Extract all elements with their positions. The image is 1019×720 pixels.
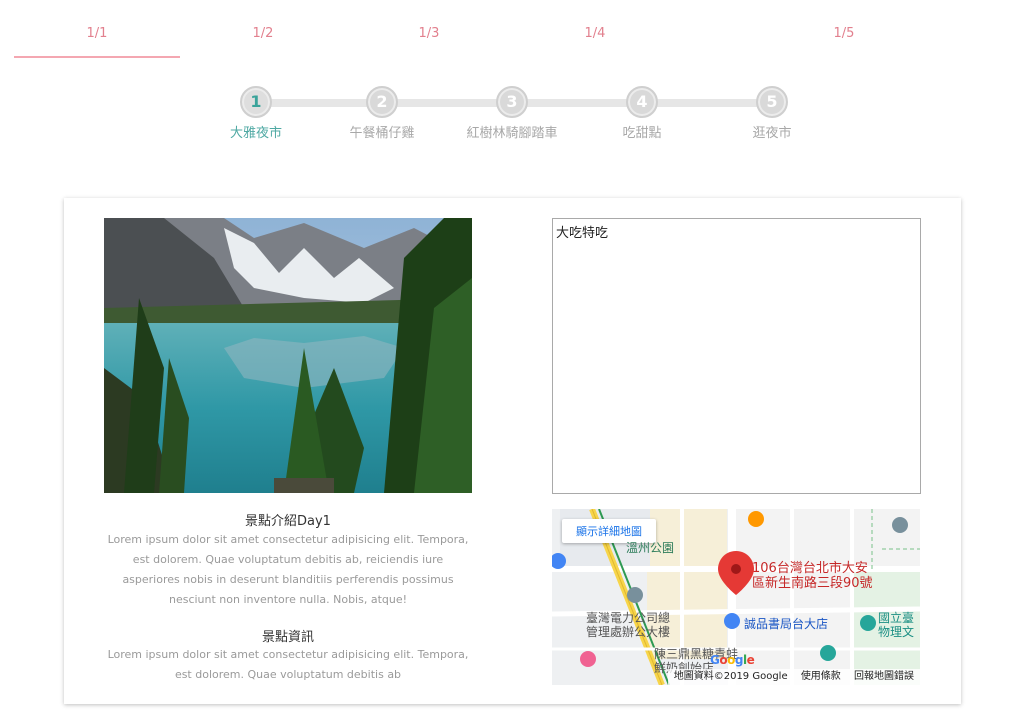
tab-day-3[interactable]: 1/3: [346, 18, 512, 58]
intro-title: 景點介紹Day1: [245, 514, 331, 529]
step-2[interactable]: 2 午餐桶仔雞: [322, 86, 442, 141]
map-terms-link[interactable]: 使用條款: [801, 671, 841, 682]
step-4[interactable]: 4 吃甜點: [582, 86, 702, 141]
step-3[interactable]: 3 紅樹林騎腳踏車: [452, 86, 572, 141]
map-data-credit: 地圖資料©2019 Google: [673, 671, 788, 682]
step-number: 5: [756, 86, 788, 118]
step-label: 大雅夜市: [229, 126, 282, 141]
intro-body: Lorem ipsum dolor sit amet consectetur a…: [107, 533, 469, 606]
tab-day-1[interactable]: 1/1: [14, 18, 180, 58]
map-report-link[interactable]: 回報地圖錯誤: [854, 671, 914, 682]
tab-day-4[interactable]: 1/4: [512, 18, 678, 58]
step-number: 1: [240, 86, 272, 118]
step-5[interactable]: 5 逛夜市: [712, 86, 832, 141]
map-label-park: 溫州公園: [626, 541, 675, 555]
step-label: 午餐桶仔雞: [349, 126, 415, 141]
tab-day-2[interactable]: 1/2: [180, 18, 346, 58]
map-label-eslite: 誠品書局台大店: [744, 617, 829, 631]
info-title: 景點資訊: [261, 630, 314, 645]
map-footer: 地圖資料©2019 Google 使用條款 回報地圖錯誤: [667, 669, 920, 685]
step-number: 3: [496, 86, 528, 118]
step-label: 吃甜點: [622, 126, 662, 141]
day-detail-card: 景點介紹Day1 Lorem ipsum dolor sit amet cons…: [64, 198, 961, 704]
lake-mountain-image: [104, 218, 472, 493]
google-logo[interactable]: Google: [710, 653, 755, 667]
day-tabs: 1/1 1/2 1/3 1/4 1/5: [14, 18, 1014, 58]
step-1[interactable]: 1 大雅夜市: [196, 86, 316, 141]
map-label-taipower: 臺灣電力公司總 管理處辦公大樓: [586, 611, 671, 639]
notes-textarea[interactable]: 大吃特吃: [552, 218, 921, 494]
step-label: 逛夜市: [752, 126, 792, 141]
step-number: 2: [366, 86, 398, 118]
itinerary-stepper: 1 大雅夜市 2 午餐桶仔雞 3 紅樹林騎腳踏車 4 吃甜點 5 逛夜市: [220, 86, 820, 146]
map-label-university: 國立臺 物理文: [878, 611, 915, 639]
attraction-photo: [104, 218, 472, 493]
step-label: 紅樹林騎腳踏車: [466, 126, 558, 141]
info-body: Lorem ipsum dolor sit amet consectetur a…: [107, 648, 469, 681]
step-number: 4: [626, 86, 658, 118]
google-map[interactable]: 顯示詳細地圖 溫州公園 106台灣台北市大安 區新生南路三段90號 臺灣電力公司…: [552, 509, 920, 685]
tab-day-5[interactable]: 1/5: [761, 18, 927, 58]
map-pin-address: 106台灣台北市大安 區新生南路三段90號: [752, 561, 873, 591]
